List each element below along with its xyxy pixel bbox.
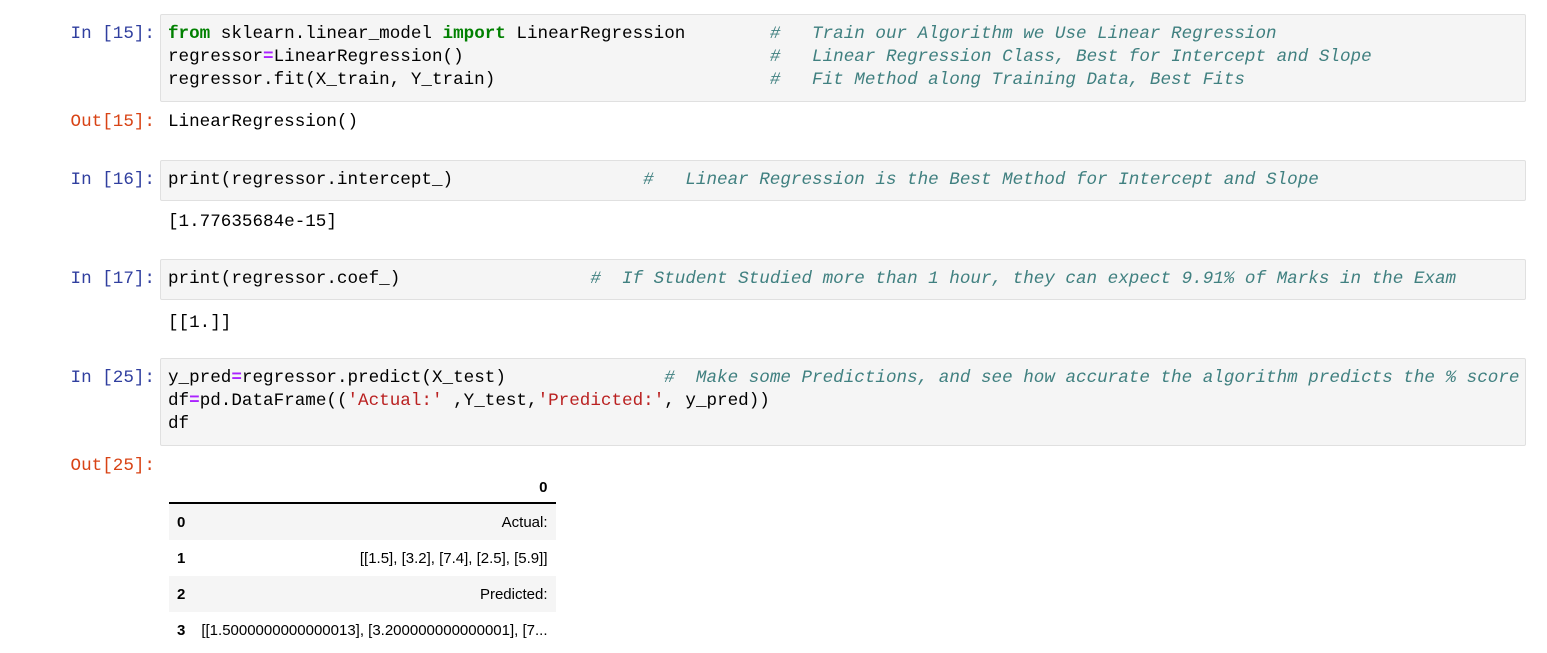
code-editor[interactable]: print(regressor.intercept_) # Linear Reg…: [168, 169, 1525, 192]
code-comment: # Linear Regression is the Best Method f…: [643, 170, 1319, 190]
output-17: [[1.]]: [168, 313, 232, 333]
code-string: 'Actual:': [347, 391, 443, 411]
code-comment: # Fit Method along Training Data, Best F…: [769, 70, 1245, 90]
code-cell-15[interactable]: from sklearn.linear_model import LinearR…: [160, 14, 1526, 102]
table-row: 0 Actual:: [169, 503, 556, 540]
code-comment: # Linear Regression Class, Best for Inte…: [769, 47, 1372, 67]
code-line: print(regressor.intercept_) # Linear Reg…: [168, 169, 1525, 192]
table-row: 2 Predicted:: [169, 576, 556, 612]
code-line: regressor.fit(X_train, Y_train) # Fit Me…: [168, 69, 1525, 92]
column-header: 0: [193, 472, 556, 504]
in-prompt-25: In [25]:: [70, 368, 155, 388]
code-comment: # If Student Studied more than 1 hour, t…: [590, 269, 1457, 289]
code-line: df=pd.DataFrame(('Actual:' ,Y_test,'Pred…: [168, 390, 1525, 413]
cell-value: [[1.5000000000000013], [3.20000000000000…: [201, 621, 548, 639]
code-text: pd.DataFrame((: [199, 391, 348, 411]
code-string: 'Predicted:': [537, 391, 665, 411]
code-comment: # Train our Algorithm we Use Linear Regr…: [769, 24, 1277, 44]
cell-value: [[1.5], [3.2], [7.4], [2.5], [5.9]]: [359, 549, 548, 567]
code-text: y_pred: [168, 368, 232, 388]
code-cell-17[interactable]: print(regressor.coef_) # If Student Stud…: [160, 259, 1526, 300]
code-editor[interactable]: print(regressor.coef_) # If Student Stud…: [168, 268, 1525, 291]
code-cell-25[interactable]: y_pred=regressor.predict(X_test) # Make …: [160, 358, 1526, 446]
row-index: 0: [177, 513, 186, 531]
code-text: print(regressor.intercept_): [168, 170, 644, 190]
cell-value: Predicted:: [479, 585, 548, 603]
code-text: regressor.predict(X_test): [241, 368, 665, 388]
header-row: 0: [169, 472, 556, 504]
code-keyword: import: [442, 24, 506, 44]
code-text: regressor.fit(X_train, Y_train): [168, 70, 770, 90]
dataframe-table: 0 0 Actual: 1 [[1.5], [3.2], [7.4], [2.5],…: [169, 472, 556, 648]
code-text: df: [168, 391, 190, 411]
code-text: LinearRegression: [505, 24, 770, 44]
code-operator: =: [189, 391, 200, 411]
in-prompt-17: In [17]:: [70, 269, 155, 289]
output-16: [1.77635684e-15]: [168, 212, 337, 232]
code-text: regressor: [168, 47, 264, 67]
row-index: 2: [177, 585, 186, 603]
cell-value: Actual:: [501, 513, 548, 531]
row-index: 1: [177, 549, 186, 567]
output-15: LinearRegression(): [168, 112, 359, 132]
code-text: print(regressor.coef_): [168, 269, 591, 289]
code-keyword: from: [168, 24, 211, 44]
table-row: 1 [[1.5], [3.2], [7.4], [2.5], [5.9]]: [169, 540, 556, 576]
row-index: 3: [177, 621, 186, 639]
out-prompt-25: Out[25]:: [70, 456, 155, 476]
in-prompt-16: In [16]:: [70, 170, 155, 190]
code-comment: # Make some Predictions, and see how acc…: [664, 368, 1520, 388]
in-prompt-15: In [15]:: [70, 24, 155, 44]
code-text: sklearn.linear_model: [210, 24, 443, 44]
table-row: 3 [[1.5000000000000013], [3.2000000000000…: [169, 612, 556, 648]
code-text: , y_pred)): [664, 391, 770, 411]
code-editor[interactable]: y_pred=regressor.predict(X_test) # Make …: [168, 367, 1525, 436]
code-line: y_pred=regressor.predict(X_test) # Make …: [168, 367, 1525, 390]
code-editor[interactable]: from sklearn.linear_model import LinearR…: [168, 23, 1525, 92]
code-line: df: [168, 413, 1525, 436]
code-cell-16[interactable]: print(regressor.intercept_) # Linear Reg…: [160, 160, 1526, 201]
out-prompt-15: Out[15]:: [70, 112, 155, 132]
code-text: ,Y_test,: [442, 391, 538, 411]
code-text: df: [168, 414, 190, 434]
code-line: from sklearn.linear_model import LinearR…: [168, 23, 1525, 46]
code-operator: =: [231, 368, 242, 388]
code-line: print(regressor.coef_) # If Student Stud…: [168, 268, 1525, 291]
code-line: regressor=LinearRegression() # Linear Re…: [168, 46, 1525, 69]
code-text: LinearRegression(): [273, 47, 770, 67]
code-operator: =: [263, 47, 274, 67]
